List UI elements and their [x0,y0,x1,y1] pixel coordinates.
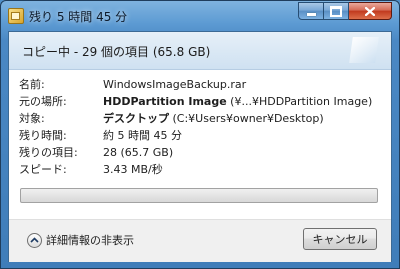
time-remaining-value: 約 5 時間 45 分 [103,129,182,142]
detail-label: 残り時間: [19,129,67,142]
detail-label: 対象: [19,112,45,125]
file-name: WindowsImageBackup.rar [103,78,247,91]
maximize-icon [330,5,342,17]
detail-label: 名前: [19,78,45,91]
detail-label: スピード: [19,163,67,176]
dialog-body: コピー中 - 29 個の項目 (65.8 GB) 名前: WindowsImag… [8,31,392,262]
toggle-details-button[interactable]: 詳細情報の非表示 [27,232,134,248]
caption-buttons [298,2,392,20]
source-folder-path: (¥...¥HDDPartition Image) [226,95,373,108]
file-copy-icon [8,8,24,24]
detail-value: WindowsImageBackup.rar [103,76,246,93]
detail-value[interactable]: デスクトップ (C:¥Users¥owner¥Desktop) [103,110,324,127]
title-bar[interactable]: 残り 5 時間 45 分 [1,1,399,31]
items-remaining-value: 28 (65.7 GB) [103,146,174,159]
status-header: コピー中 - 29 個の項目 (65.8 GB) [9,32,391,70]
destination-folder-name: デスクトップ [103,112,169,125]
dialog-footer: 詳細情報の非表示 キャンセル [9,219,391,262]
maximize-button[interactable] [324,2,349,20]
copy-progress-bar [20,188,378,203]
destination-folder-path: (C:¥Users¥owner¥Desktop) [169,112,324,125]
copy-progress-window: 残り 5 時間 45 分 コピー中 - 29 個の項目 (65.8 GB) 名前… [0,0,400,269]
minimize-icon [306,12,316,16]
header-decoration [349,37,379,63]
detail-label: 残りの項目: [19,146,78,159]
window-title: 残り 5 時間 45 分 [29,10,128,24]
close-button[interactable] [349,2,392,20]
minimize-button[interactable] [298,2,324,20]
detail-label: 元の場所: [19,95,67,108]
speed-value: 3.43 MB/秒 [103,163,163,176]
close-icon [365,6,375,16]
source-folder-name: HDDPartition Image [103,95,227,108]
detail-value[interactable]: HDDPartition Image (¥...¥HDDPartition Im… [103,93,372,110]
cancel-button[interactable]: キャンセル [303,228,377,250]
copy-status-text: コピー中 - 29 個の項目 (65.8 GB) [22,45,211,59]
toggle-details-label: 詳細情報の非表示 [46,234,134,247]
chevron-up-icon [27,232,42,248]
